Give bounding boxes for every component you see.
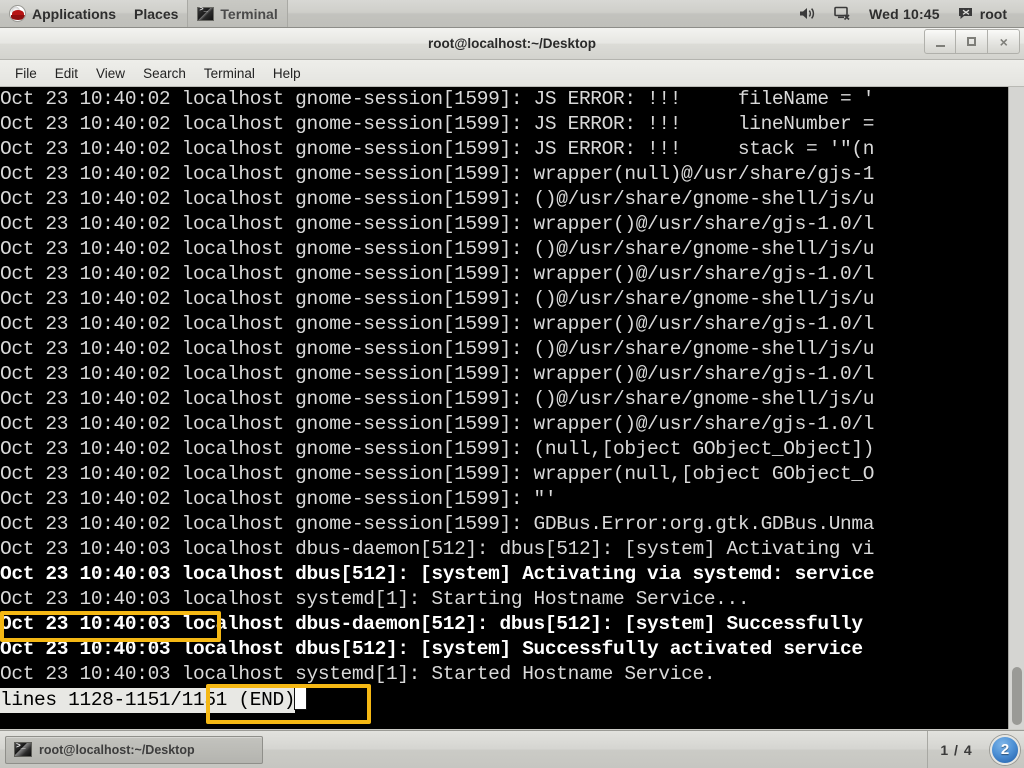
terminal-line: Oct 23 10:40:03 localhost dbus-daemon[51…	[0, 538, 875, 560]
terminal-line: Oct 23 10:40:02 localhost gnome-session[…	[0, 363, 875, 385]
window-task-label: Terminal	[220, 5, 278, 22]
terminal-icon	[197, 6, 215, 21]
maximize-button[interactable]	[956, 29, 988, 54]
menu-edit[interactable]: Edit	[46, 63, 87, 84]
terminal-line: Oct 23 10:40:02 localhost gnome-session[…	[0, 163, 875, 185]
terminal-line: Oct 23 10:40:02 localhost gnome-session[…	[0, 288, 875, 310]
message-icon	[958, 7, 974, 20]
volume-tray-button[interactable]	[790, 0, 825, 27]
close-button[interactable]: ×	[988, 29, 1020, 54]
terminal-line: Oct 23 10:40:02 localhost gnome-session[…	[0, 413, 875, 435]
network-tray-button[interactable]	[825, 0, 860, 27]
network-disconnected-icon	[834, 6, 851, 21]
terminal-line: Oct 23 10:40:03 localhost dbus[512]: [sy…	[0, 563, 875, 585]
terminal-line: Oct 23 10:40:02 localhost gnome-session[…	[0, 388, 875, 410]
volume-icon	[799, 6, 816, 21]
user-menu[interactable]: root	[949, 0, 1016, 27]
window-titlebar[interactable]: root@localhost:~/Desktop ×	[0, 28, 1024, 60]
terminal-line: Oct 23 10:40:03 localhost systemd[1]: St…	[0, 588, 750, 610]
terminal-line: Oct 23 10:40:02 localhost gnome-session[…	[0, 463, 875, 485]
window-task-terminal[interactable]: Terminal	[187, 0, 288, 27]
taskbar-window-label: root@localhost:~/Desktop	[39, 742, 195, 757]
terminal-line: Oct 23 10:40:02 localhost gnome-session[…	[0, 263, 875, 285]
terminal-line: Oct 23 10:40:03 localhost systemd[1]: St…	[0, 663, 716, 685]
menu-terminal[interactable]: Terminal	[195, 63, 264, 84]
terminal-cursor	[294, 686, 308, 710]
terminal-line: Oct 23 10:40:02 localhost gnome-session[…	[0, 488, 557, 510]
terminal-viewport[interactable]: Oct 23 10:40:02 localhost gnome-session[…	[0, 87, 1024, 729]
terminal-output[interactable]: Oct 23 10:40:02 localhost gnome-session[…	[0, 87, 1008, 729]
desktop-screen: Applications Places Terminal	[0, 0, 1024, 768]
minimize-button[interactable]	[924, 29, 956, 54]
close-icon: ×	[999, 33, 1008, 50]
workspace-label: 1 / 4	[940, 741, 973, 758]
terminal-line: Oct 23 10:40:02 localhost gnome-session[…	[0, 438, 875, 460]
clock[interactable]: Wed 10:45	[860, 0, 949, 27]
menu-help[interactable]: Help	[264, 63, 310, 84]
terminal-line: Oct 23 10:40:02 localhost gnome-session[…	[0, 313, 875, 335]
bottom-taskbar: root@localhost:~/Desktop 1 / 4 2	[0, 730, 1024, 768]
terminal-line: Oct 23 10:40:02 localhost gnome-session[…	[0, 188, 875, 210]
places-menu-label: Places	[134, 5, 179, 22]
menu-view[interactable]: View	[87, 63, 134, 84]
top-panel: Applications Places Terminal	[0, 0, 1024, 28]
terminal-line: Oct 23 10:40:02 localhost gnome-session[…	[0, 513, 875, 535]
maximize-icon	[967, 37, 976, 46]
top-panel-tray: Wed 10:45 root	[790, 0, 1024, 27]
notification-badge[interactable]: 2	[990, 734, 1020, 765]
workspace-switcher[interactable]: 1 / 4	[927, 731, 985, 768]
redhat-logo-icon	[9, 5, 26, 22]
minimize-icon	[935, 44, 945, 47]
terminal-line: Oct 23 10:40:02 localhost gnome-session[…	[0, 113, 875, 135]
user-menu-label: root	[979, 5, 1007, 22]
taskbar-window-button[interactable]: root@localhost:~/Desktop	[5, 735, 263, 764]
pager-status-text: lines 1128-1151/1151 (END)	[0, 688, 296, 713]
terminal-line: Oct 23 10:40:03 localhost dbus-daemon[51…	[0, 613, 863, 635]
taskbar-right: 1 / 4 2	[927, 731, 1024, 768]
clock-label: Wed 10:45	[868, 5, 940, 22]
terminal-line: Oct 23 10:40:03 localhost dbus[512]: [sy…	[0, 638, 863, 660]
terminal-window: root@localhost:~/Desktop × File Edit Vie…	[0, 28, 1024, 730]
window-controls: ×	[924, 29, 1020, 55]
applications-menu[interactable]: Applications	[0, 0, 125, 27]
scrollbar-thumb[interactable]	[1012, 667, 1022, 725]
terminal-line: Oct 23 10:40:02 localhost gnome-session[…	[0, 88, 875, 110]
menu-file[interactable]: File	[6, 63, 46, 84]
terminal-line: Oct 23 10:40:02 localhost gnome-session[…	[0, 213, 875, 235]
window-title: root@localhost:~/Desktop	[427, 36, 597, 51]
pager-status-line: lines 1128-1151/1151 (END)	[0, 686, 1008, 713]
terminal-line: Oct 23 10:40:02 localhost gnome-session[…	[0, 238, 875, 260]
terminal-icon	[14, 742, 32, 757]
applications-menu-label: Applications	[32, 5, 117, 22]
menu-search[interactable]: Search	[134, 63, 195, 84]
terminal-line: Oct 23 10:40:02 localhost gnome-session[…	[0, 138, 875, 160]
menu-bar: File Edit View Search Terminal Help	[0, 60, 1024, 87]
top-panel-left: Applications Places Terminal	[0, 0, 288, 27]
places-menu[interactable]: Places	[125, 0, 187, 27]
vertical-scrollbar[interactable]	[1008, 87, 1024, 729]
notification-count: 2	[1000, 741, 1010, 758]
terminal-line: Oct 23 10:40:02 localhost gnome-session[…	[0, 338, 875, 360]
